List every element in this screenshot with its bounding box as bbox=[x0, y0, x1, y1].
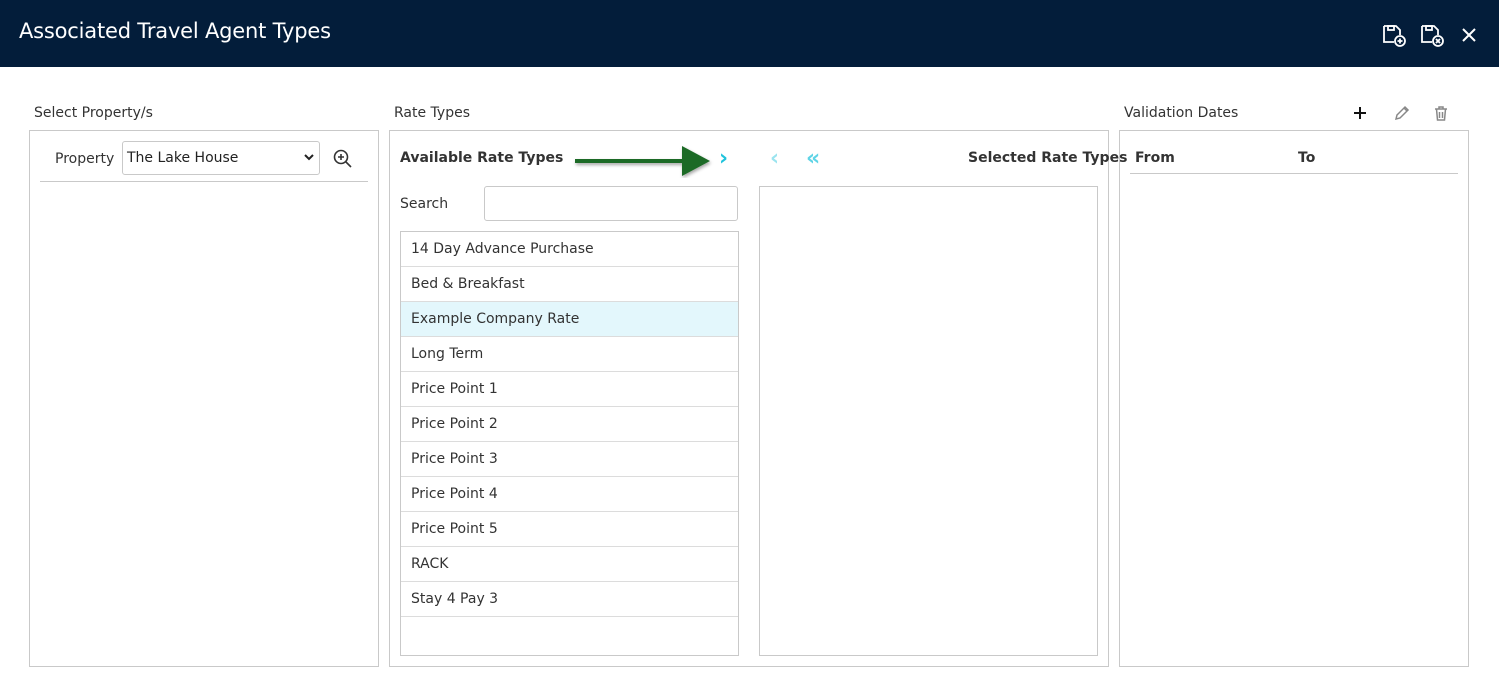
validation-header-divider bbox=[1130, 173, 1458, 174]
window-title: Associated Travel Agent Types bbox=[19, 19, 331, 43]
list-item[interactable]: Price Point 5 bbox=[401, 512, 738, 547]
chevron-down-icon bbox=[303, 151, 315, 166]
selected-rate-types-list bbox=[759, 186, 1098, 656]
property-field-label: Property bbox=[55, 151, 115, 167]
move-left-button[interactable]: ‹ bbox=[770, 148, 779, 170]
list-item[interactable]: Stay 4 Pay 3 bbox=[401, 582, 738, 617]
property-select[interactable]: The Lake House bbox=[122, 141, 320, 175]
list-item[interactable]: Long Term bbox=[401, 337, 738, 372]
delete-icon[interactable] bbox=[1432, 104, 1450, 122]
available-rate-types-title: Available Rate Types bbox=[400, 150, 564, 166]
save-and-new-icon[interactable] bbox=[1381, 22, 1407, 48]
list-item[interactable]: Bed & Breakfast bbox=[401, 267, 738, 302]
close-icon[interactable] bbox=[1456, 22, 1482, 48]
validation-dates-panel bbox=[1119, 130, 1469, 667]
list-item[interactable]: Price Point 2 bbox=[401, 407, 738, 442]
list-item[interactable]: Example Company Rate bbox=[401, 302, 738, 337]
title-bar: Associated Travel Agent Types bbox=[0, 0, 1499, 67]
select-property-label: Select Property/s bbox=[34, 105, 153, 121]
list-item[interactable]: Price Point 3 bbox=[401, 442, 738, 477]
property-divider bbox=[40, 181, 368, 182]
list-item[interactable]: Price Point 1 bbox=[401, 372, 738, 407]
property-panel bbox=[29, 130, 379, 667]
property-select-value: The Lake House bbox=[127, 150, 239, 166]
from-column-header: From bbox=[1135, 150, 1175, 166]
save-and-close-icon[interactable] bbox=[1419, 22, 1445, 48]
search-input[interactable] bbox=[484, 186, 738, 221]
annotation-arrow-icon bbox=[575, 146, 710, 176]
list-item[interactable]: RACK bbox=[401, 547, 738, 582]
list-item[interactable]: Price Point 4 bbox=[401, 477, 738, 512]
move-all-left-button[interactable]: « bbox=[806, 148, 820, 170]
available-rate-types-list: 14 Day Advance Purchase Bed & Breakfast Ex… bbox=[400, 231, 739, 656]
zoom-in-icon[interactable] bbox=[332, 148, 354, 170]
edit-icon[interactable] bbox=[1393, 104, 1411, 122]
rate-types-label: Rate Types bbox=[394, 105, 471, 121]
move-right-button[interactable]: › bbox=[719, 148, 728, 170]
validation-dates-label: Validation Dates bbox=[1124, 105, 1239, 121]
search-label: Search bbox=[400, 196, 449, 212]
list-item[interactable]: 14 Day Advance Purchase bbox=[401, 232, 738, 267]
add-icon[interactable] bbox=[1351, 104, 1369, 122]
selected-rate-types-title: Selected Rate Types bbox=[968, 150, 1128, 166]
to-column-header: To bbox=[1298, 150, 1316, 166]
